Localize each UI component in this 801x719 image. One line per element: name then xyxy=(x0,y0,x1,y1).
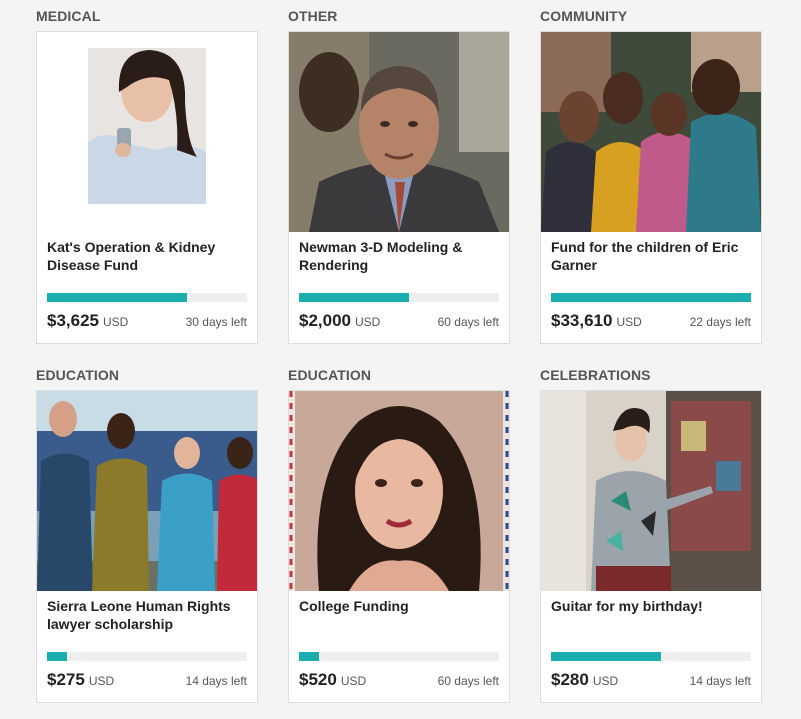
campaign-photo[interactable] xyxy=(289,32,509,232)
amount-raised: $520 USD xyxy=(299,670,366,690)
amount-value: $2,000 xyxy=(299,311,351,330)
amount-raised: $33,610 USD xyxy=(551,311,642,331)
campaign-card[interactable]: Guitar for my birthday! $280 USD 14 days … xyxy=(540,390,762,703)
campaign-title[interactable]: Fund for the children of Eric Garner xyxy=(551,238,751,274)
days-left: 14 days left xyxy=(689,674,751,688)
campaign-title[interactable]: Sierra Leone Human Rights lawyer scholar… xyxy=(47,597,247,633)
category-label[interactable]: CELEBRATIONS xyxy=(540,367,651,383)
progress-fill xyxy=(551,652,661,661)
amount-value: $275 xyxy=(47,670,85,689)
campaign-photo[interactable] xyxy=(541,391,761,591)
campaign-title[interactable]: Kat's Operation & Kidney Disease Fund xyxy=(47,238,247,274)
campaign-card[interactable]: Sierra Leone Human Rights lawyer scholar… xyxy=(36,390,258,703)
progress-fill xyxy=(47,652,67,661)
currency-label: USD xyxy=(355,315,381,329)
progress-bar xyxy=(551,293,751,302)
amount-value: $520 xyxy=(299,670,337,689)
campaign-photo[interactable] xyxy=(37,391,257,591)
campaign-card[interactable]: Kat's Operation & Kidney Disease Fund $3… xyxy=(36,31,258,344)
days-left: 14 days left xyxy=(185,674,247,688)
days-left: 60 days left xyxy=(437,674,499,688)
progress-bar xyxy=(47,293,247,302)
category-label[interactable]: COMMUNITY xyxy=(540,8,627,24)
campaign-title[interactable]: Newman 3-D Modeling & Rendering xyxy=(299,238,499,274)
category-label[interactable]: MEDICAL xyxy=(36,8,100,24)
amount-raised: $280 USD xyxy=(551,670,618,690)
progress-fill xyxy=(299,293,409,302)
days-left: 22 days left xyxy=(689,315,751,329)
progress-bar xyxy=(47,652,247,661)
amount-value: $3,625 xyxy=(47,311,99,330)
progress-bar xyxy=(551,652,751,661)
currency-label: USD xyxy=(616,315,642,329)
amount-value: $33,610 xyxy=(551,311,613,330)
campaign-photo[interactable] xyxy=(541,32,761,232)
campaign-title[interactable]: Guitar for my birthday! xyxy=(551,597,751,615)
category-label[interactable]: OTHER xyxy=(288,8,338,24)
currency-label: USD xyxy=(88,674,115,688)
campaign-card[interactable]: Newman 3-D Modeling & Rendering $2,000 US… xyxy=(288,31,510,344)
amount-value: $280 xyxy=(551,670,589,689)
progress-fill xyxy=(47,293,187,302)
campaign-card[interactable]: College Funding $520 USD 60 days left xyxy=(288,390,510,703)
campaign-photo[interactable] xyxy=(289,391,509,591)
campaign-photo[interactable] xyxy=(37,32,257,232)
progress-bar xyxy=(299,293,499,302)
progress-bar xyxy=(299,652,499,661)
campaign-card[interactable]: Fund for the children of Eric Garner $33… xyxy=(540,31,762,344)
currency-label: USD xyxy=(103,315,129,329)
amount-raised: $2,000 USD xyxy=(299,311,380,331)
progress-fill xyxy=(299,652,319,661)
days-left: 30 days left xyxy=(185,315,247,329)
currency-label: USD xyxy=(592,674,619,688)
currency-label: USD xyxy=(340,674,367,688)
days-left: 60 days left xyxy=(437,315,499,329)
amount-raised: $275 USD xyxy=(47,670,114,690)
progress-fill xyxy=(551,293,751,302)
amount-raised: $3,625 USD xyxy=(47,311,128,331)
category-label[interactable]: EDUCATION xyxy=(288,367,371,383)
campaign-title[interactable]: College Funding xyxy=(299,597,499,615)
category-label[interactable]: EDUCATION xyxy=(36,367,119,383)
